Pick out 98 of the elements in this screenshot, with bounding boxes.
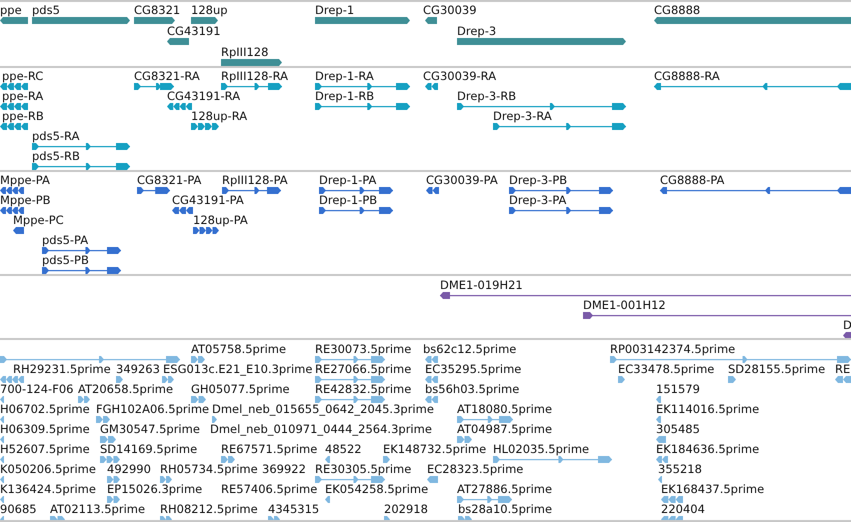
feature-label: 492990 xyxy=(107,462,151,476)
feature-label: SD28155.5prime xyxy=(728,362,826,376)
feature-label: 128up-RA xyxy=(191,109,248,123)
feature-label: EK114016.5prime xyxy=(656,402,760,416)
feature-label: ppe-RC xyxy=(2,69,44,83)
feature-label: pds5 xyxy=(32,3,60,17)
feature-label: CG30039-RA xyxy=(423,69,496,83)
feature-label: EC35295.5prime xyxy=(425,362,522,376)
feature-label: 4345315 xyxy=(268,502,320,516)
feature-label: RE42832.5prime xyxy=(315,382,412,396)
feature-label: CG8888-PA xyxy=(660,173,724,187)
feature-label: 128up-PA xyxy=(193,213,248,227)
feature-label: Drep-3 xyxy=(457,24,496,38)
feature-label: CG30039 xyxy=(423,3,477,17)
feature-label: RH08212.5prime xyxy=(160,502,258,516)
feature-label: Mppe-PC xyxy=(13,213,64,227)
feature-label: K050206.5prime xyxy=(0,462,96,476)
feature-label: K136424.5prime xyxy=(0,482,96,496)
feature-label: 369922 xyxy=(262,462,306,476)
feature-label: Drep-1-RB xyxy=(315,89,374,103)
feature-label: CG43191-PA xyxy=(172,193,244,207)
feature-label: H06309.5prime xyxy=(0,422,90,436)
feature-label: pds5-PA xyxy=(42,233,88,247)
feature-label: RpIII128-PA xyxy=(222,173,288,187)
feature-label: RE67571.5prime xyxy=(221,442,318,456)
feature-label: EK168437.5prime xyxy=(661,482,764,496)
feature-label: bs28a10.5prime xyxy=(458,502,552,516)
feature-label: CG8888-RA xyxy=(654,69,720,83)
feature-label: SD14169.5prime xyxy=(100,442,198,456)
feature-label: 202918 xyxy=(384,502,428,516)
feature-label: Mppe-PA xyxy=(0,173,50,187)
feature-label: Mppe-PB xyxy=(0,193,51,207)
feature-label: Dmel_neb_015655_0642_2045.3prime xyxy=(212,402,434,416)
feature-label: bs56h03.5prime xyxy=(425,382,520,396)
feature-label: H06702.5prime xyxy=(0,402,90,416)
feature-label: 220404 xyxy=(661,502,705,516)
feature-label: RpIII128 xyxy=(221,45,268,59)
feature-label: 349263 xyxy=(116,362,160,376)
feature-label: 305485 xyxy=(656,422,700,436)
feature-label: EK184636.5prime xyxy=(656,442,760,456)
feature-label: CG43191 xyxy=(167,24,221,38)
feature-label: RE57406.5prime xyxy=(221,482,318,496)
feature-label: Drep-3-PA xyxy=(509,193,566,207)
feature-label: RH29231.5prime xyxy=(13,362,111,376)
feature-label: CG8321 xyxy=(134,3,180,17)
feature-label: RP003142374.5prime xyxy=(610,342,736,356)
feature-label: HL02035.5prime xyxy=(493,442,590,456)
feature-label: GH05077.5prime xyxy=(191,382,290,396)
feature-label: RE30073.5prime xyxy=(315,342,412,356)
feature-label: pds5-RB xyxy=(32,149,80,163)
feature-label: H52607.5prime xyxy=(0,442,90,456)
feature-label: Drep-3-PB xyxy=(509,173,568,187)
feature-label: 700-124-F06 xyxy=(0,382,74,396)
feature-label: Drep-3-RA xyxy=(493,109,552,123)
feature-label: CG8321-RA xyxy=(134,69,200,83)
feature-label: ppe-RA xyxy=(2,89,44,103)
feature-label: AT02113.5prime xyxy=(50,502,146,516)
feature-label: EP15026.3prime xyxy=(107,482,202,496)
feature-label: AT05758.5prime xyxy=(191,342,286,356)
feature-label: RE xyxy=(835,362,850,376)
feature-label: pds5-RA xyxy=(32,129,80,143)
feature-label: 48522 xyxy=(325,442,362,456)
feature-label: RH05734.5prime xyxy=(160,462,258,476)
feature-label: AT20658.5prime xyxy=(78,382,174,396)
feature-label: 128up xyxy=(191,3,228,17)
feature-label: CG8321-PA xyxy=(137,173,202,187)
feature-label: bs62c12.5prime xyxy=(423,342,516,356)
feature-label: FGH102A06.5prime xyxy=(96,402,210,416)
feature-label: Drep-3-RB xyxy=(457,89,516,103)
feature-label: Dmel_neb_010971_0444_2564.3prime xyxy=(210,422,432,436)
feature-label: EC28323.5prime xyxy=(427,462,524,476)
feature-label: 355218 xyxy=(658,462,702,476)
feature-label: Drep-1-PB xyxy=(319,193,378,207)
feature-label: RE30305.5prime xyxy=(315,462,412,476)
feature-label: ESG013c.E21_E10.3prime xyxy=(163,362,312,376)
feature-label: EC33478.5prime xyxy=(618,362,714,376)
feature-label: GM30547.5prime xyxy=(100,422,200,436)
feature-label: CG8888 xyxy=(654,3,700,17)
feature-label: RpIII128-RA xyxy=(221,69,288,83)
feature-label: CG43191-RA xyxy=(167,89,240,103)
feature-label: DME1-001H12 xyxy=(583,298,666,312)
feature-label: AT27886.5prime xyxy=(457,482,552,496)
feature-label: CG30039-PA xyxy=(426,173,498,187)
feature-label: DME1-019H21 xyxy=(440,278,523,292)
feature-label: pds5-PB xyxy=(42,253,89,267)
feature-label: EK054258.5prime xyxy=(325,482,428,496)
feature-label: EK148732.5prime xyxy=(383,442,486,456)
feature-label: 90685 xyxy=(0,502,37,516)
feature-label: 151579 xyxy=(656,382,700,396)
feature-label: D xyxy=(843,318,851,332)
feature-label: Drep-1 xyxy=(315,3,354,17)
feature-label: Drep-1-RA xyxy=(315,69,374,83)
feature-label: AT04987.5prime xyxy=(457,422,552,436)
feature-label: ppe xyxy=(0,3,22,17)
feature-label: AT18080.5prime xyxy=(457,402,552,416)
feature-label: Drep-1-PA xyxy=(319,173,376,187)
feature-label: ppe-RB xyxy=(2,109,44,123)
feature-label: RE27066.5prime xyxy=(315,362,412,376)
